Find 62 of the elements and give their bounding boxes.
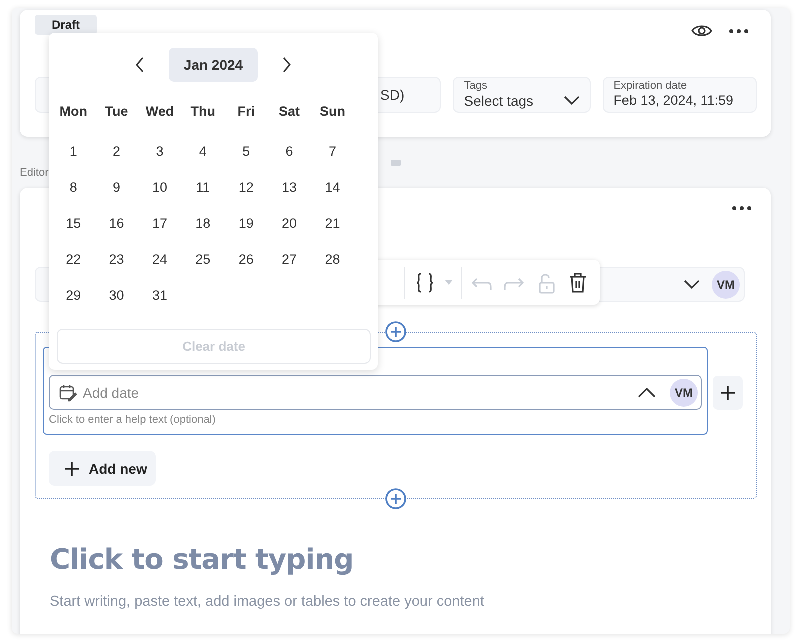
day-button[interactable]: 21	[325, 216, 340, 230]
day-button[interactable]: 25	[196, 252, 211, 266]
day-button[interactable]: 18	[196, 216, 211, 230]
date-input[interactable]: Add date VM	[49, 375, 702, 410]
day-button[interactable]: 31	[152, 288, 168, 302]
add-field-button[interactable]	[713, 376, 743, 410]
day-button[interactable]: 5	[242, 144, 250, 158]
add-new-button[interactable]: Add new	[49, 451, 156, 486]
placeholder-text: Start writing, paste text, add images or tables to create your content	[50, 594, 486, 610]
day-button[interactable]: 11	[196, 180, 210, 194]
month-button[interactable]: Jan 2024	[169, 48, 258, 82]
chevron-right-icon[interactable]	[282, 57, 292, 73]
drag-handle-icon[interactable]	[391, 160, 401, 166]
plus-icon	[721, 386, 735, 400]
add-block-icon[interactable]	[385, 321, 407, 343]
day-button[interactable]: 27	[282, 252, 298, 266]
day-button[interactable]: 9	[113, 180, 121, 194]
weekday-label: Sat	[279, 104, 300, 118]
day-button[interactable]: 28	[325, 252, 340, 266]
more-icon[interactable]	[729, 28, 749, 34]
section-label: Editor	[20, 167, 49, 179]
eye-icon[interactable]	[691, 23, 713, 39]
calendar-edit-icon	[59, 384, 77, 402]
more-icon[interactable]	[732, 206, 752, 211]
avatar: VM	[712, 270, 740, 298]
day-button[interactable]: 7	[328, 144, 336, 158]
day-button[interactable]: 16	[109, 216, 124, 230]
day-button[interactable]: 22	[66, 252, 82, 266]
tags-select[interactable]: Tags Select tags	[453, 77, 591, 113]
day-button[interactable]: 19	[238, 216, 254, 230]
weekday-label: Fri	[238, 104, 255, 118]
day-button[interactable]: 24	[152, 252, 168, 266]
weekday-label: Sun	[320, 104, 346, 118]
day-button[interactable]: 30	[109, 288, 124, 302]
chevron-left-icon[interactable]	[135, 57, 145, 73]
day-button[interactable]: 13	[282, 180, 298, 194]
input-field[interactable]: Expiration date Feb 13, 2024, 11:59	[602, 77, 757, 113]
avatar: VM	[670, 378, 698, 406]
day-button[interactable]: 17	[152, 216, 168, 230]
day-button[interactable]: 26	[238, 252, 254, 266]
help-text[interactable]: Click to enter a help text (optional)	[49, 414, 702, 426]
weekday-label: Tue	[105, 104, 128, 118]
day-button[interactable]: 29	[66, 288, 82, 302]
day-button[interactable]: 8	[70, 180, 78, 194]
day-button[interactable]: 12	[238, 180, 254, 194]
add-block-icon[interactable]	[385, 488, 407, 510]
caret-icon	[445, 280, 453, 286]
day-button[interactable]: 4	[199, 144, 207, 158]
day-button[interactable]: 15	[66, 216, 82, 230]
day-button[interactable]: 20	[282, 216, 298, 230]
day-button[interactable]: 23	[109, 252, 124, 266]
day-button[interactable]: 2	[113, 144, 121, 158]
day-button[interactable]: 10	[152, 180, 168, 194]
weekday-label: Mon	[60, 104, 88, 118]
weekday-label: Thu	[190, 104, 216, 118]
plus-icon	[65, 462, 79, 476]
day-button[interactable]: 3	[156, 144, 164, 158]
weekday-label: Wed	[146, 104, 174, 118]
status-badge: Draft	[35, 15, 97, 35]
day-button[interactable]: 14	[325, 180, 340, 194]
day-button[interactable]: 1	[70, 144, 78, 158]
day-button[interactable]: 6	[286, 144, 294, 158]
